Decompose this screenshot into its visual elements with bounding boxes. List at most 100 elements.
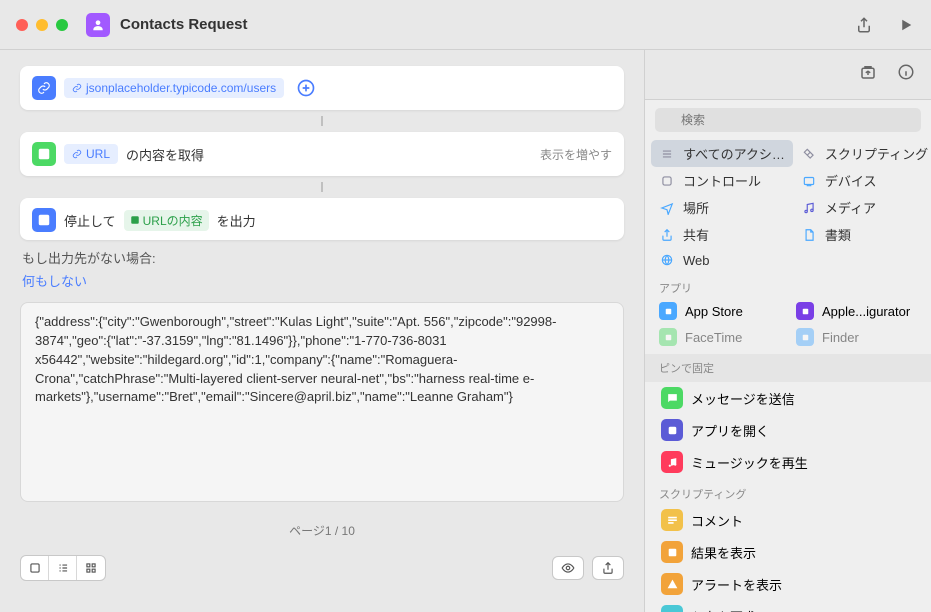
category-label: 場所: [683, 198, 709, 217]
scripting-list: コメント結果を表示アラートを表示入力を要求1数えるメニューから選択: [645, 504, 931, 612]
category-item[interactable]: 共有: [651, 221, 793, 248]
view-list-icon[interactable]: [49, 556, 77, 580]
close-window-button[interactable]: [16, 19, 28, 31]
quicklook-icon[interactable]: [552, 556, 584, 580]
output-icon: [32, 208, 56, 232]
app-icon: [659, 302, 677, 320]
url-token[interactable]: URL: [64, 144, 118, 164]
section-scripting-label: スクリプティング: [645, 478, 931, 504]
scripting-action-item[interactable]: 入力を要求: [655, 600, 921, 612]
library-icon[interactable]: [859, 63, 877, 86]
app-icon: [796, 328, 814, 346]
category-item[interactable]: すべてのアクシ…: [651, 140, 793, 167]
category-item[interactable]: 書類: [793, 221, 931, 248]
category-item[interactable]: 場所: [651, 194, 793, 221]
action-icon: [661, 387, 683, 409]
output-preview: {"address":{"city":"Gwenborough","street…: [20, 302, 624, 502]
window-controls: [16, 19, 68, 31]
pinned-list: メッセージを送信アプリを開くミュージックを再生: [645, 382, 931, 478]
category-label: デバイス: [825, 171, 877, 190]
action-icon: [661, 573, 683, 595]
category-icon: [801, 146, 817, 162]
action-icon: [661, 509, 683, 531]
category-label: メディア: [825, 198, 876, 217]
category-icon: [801, 200, 817, 216]
fallback-label: もし出力先がない場合:: [22, 248, 624, 267]
category-icon: [801, 173, 817, 189]
fallback-block: もし出力先がない場合: 何もしない: [20, 246, 624, 290]
shortcut-icon: [86, 13, 110, 37]
category-icon: [659, 252, 675, 268]
url-contents-token[interactable]: URLの内容: [124, 210, 209, 231]
pinned-action-item[interactable]: メッセージを送信: [655, 382, 921, 414]
category-item[interactable]: コントロール: [651, 167, 793, 194]
app-icon: [796, 302, 814, 320]
minimize-window-button[interactable]: [36, 19, 48, 31]
scripting-action-item[interactable]: 結果を表示: [655, 536, 921, 568]
pinned-action-item[interactable]: ミュージックを再生: [655, 446, 921, 478]
fullscreen-window-button[interactable]: [56, 19, 68, 31]
get-contents-action-card[interactable]: URL の内容を取得 表示を増やす: [20, 132, 624, 176]
category-item[interactable]: Web: [651, 248, 793, 272]
view-single-icon[interactable]: [21, 556, 49, 580]
connector: [321, 182, 323, 192]
pager-label: ページ1 / 10: [20, 522, 624, 539]
app-item[interactable]: Apple...igurator: [788, 298, 925, 324]
category-icon: [659, 146, 675, 162]
app-icon: [659, 328, 677, 346]
view-grid-icon[interactable]: [77, 556, 105, 580]
stop-prefix: 停止して: [64, 211, 116, 230]
info-icon[interactable]: [897, 63, 915, 86]
app-item[interactable]: FaceTime: [651, 324, 788, 350]
action-label: メッセージを送信: [691, 389, 795, 408]
app-item[interactable]: Finder: [788, 324, 925, 350]
stop-output-action-card[interactable]: 停止して URLの内容 を出力: [20, 198, 624, 240]
pinned-action-item[interactable]: アプリを開く: [655, 414, 921, 446]
app-label: App Store: [685, 304, 743, 319]
scripting-action-item[interactable]: コメント: [655, 504, 921, 536]
show-more-button[interactable]: 表示を増やす: [540, 146, 612, 163]
fallback-action-button[interactable]: 何もしない: [22, 274, 87, 289]
search-input[interactable]: [655, 108, 921, 132]
action-label: ミュージックを再生: [691, 453, 808, 472]
action-icon: [661, 541, 683, 563]
url-action-card[interactable]: jsonplaceholder.typicode.com/users: [20, 66, 624, 110]
action-icon: [661, 605, 683, 612]
app-item[interactable]: App Store: [651, 298, 788, 324]
category-item[interactable]: メディア: [793, 194, 931, 221]
get-contents-label: の内容を取得: [126, 145, 204, 164]
action-icon: [661, 419, 683, 441]
app-label: Finder: [822, 330, 859, 345]
category-label: Web: [683, 253, 710, 268]
category-icon: [659, 173, 675, 189]
workflow-editor: jsonplaceholder.typicode.com/users URL の…: [0, 50, 644, 612]
run-icon[interactable]: [897, 16, 915, 34]
section-apps-label: アプリ: [645, 272, 931, 298]
share-output-icon[interactable]: [592, 556, 624, 580]
category-icon: [801, 227, 817, 243]
apps-grid: App Store Apple...igurator FaceTime Finder: [645, 298, 931, 350]
connector: [321, 116, 323, 126]
editor-footer: [20, 551, 624, 585]
category-icon: [659, 200, 675, 216]
category-item[interactable]: スクリプティング: [793, 140, 931, 167]
add-url-button[interactable]: [296, 78, 316, 98]
app-label: FaceTime: [685, 330, 742, 345]
stop-suffix: を出力: [217, 211, 256, 230]
category-label: スクリプティング: [825, 144, 928, 163]
action-label: 結果を表示: [691, 543, 756, 562]
share-icon[interactable]: [855, 16, 873, 34]
scripting-action-item[interactable]: アラートを表示: [655, 568, 921, 600]
category-item[interactable]: デバイス: [793, 167, 931, 194]
action-icon: [661, 451, 683, 473]
url-text: jsonplaceholder.typicode.com/users: [86, 81, 276, 95]
action-label: アラートを表示: [691, 575, 782, 594]
download-icon: [32, 142, 56, 166]
titlebar: Contacts Request: [0, 0, 931, 50]
url-value-chip[interactable]: jsonplaceholder.typicode.com/users: [64, 78, 284, 98]
action-label: コメント: [691, 511, 743, 530]
window-title: Contacts Request: [120, 16, 248, 33]
link-icon: [32, 76, 56, 100]
action-label: 入力を要求: [691, 607, 756, 612]
category-icon: [659, 227, 675, 243]
